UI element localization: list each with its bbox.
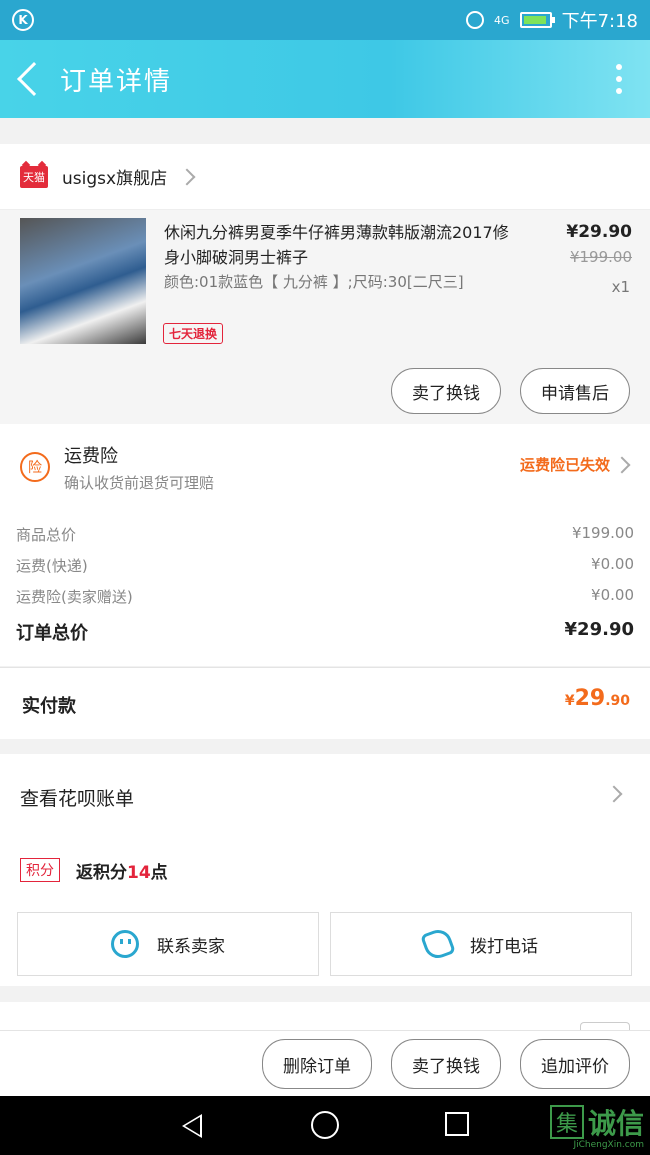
product-title: 休闲九分裤男夏季牛仔裤男薄款韩版潮流2017修身小脚破洞男士裤子: [164, 223, 509, 267]
summary-value: ¥0.00: [591, 555, 634, 573]
summary-row: 运费(快递) ¥0.00: [16, 555, 634, 576]
contact-seller-label: 联系卖家: [157, 936, 225, 957]
chat-icon: [111, 930, 139, 958]
watermark-logo: 集 诚信 JiChengXin.com: [549, 1102, 644, 1150]
bottom-action-bar: 删除订单 卖了换钱 追加评价: [0, 1030, 650, 1096]
payment-label: 实付款: [22, 696, 76, 717]
status-icons: 4G 下午7:18: [466, 7, 638, 33]
sell-button-bottom[interactable]: 卖了换钱: [391, 1039, 501, 1089]
order-total-value: ¥29.90: [564, 619, 634, 640]
insurance-status: 运费险已失效: [519, 456, 610, 474]
points-badge: 积分: [20, 858, 60, 882]
nav-recent-icon[interactable]: [445, 1112, 469, 1136]
product-quantity: x1: [611, 278, 630, 296]
summary-label: 商品总价: [16, 526, 77, 544]
huabei-bill-link[interactable]: 查看花呗账单: [20, 784, 134, 811]
chevron-right-icon: [178, 168, 196, 185]
summary-row: 运费险(卖家赠送) ¥0.00: [16, 586, 634, 607]
after-sales-button[interactable]: 申请售后: [520, 368, 630, 414]
payment-row: 实付款 ¥29.90: [0, 667, 650, 739]
status-bar: K 4G 下午7:18: [0, 0, 650, 40]
summary-value: ¥0.00: [591, 586, 634, 604]
order-total-row: 订单总价 ¥29.90: [16, 619, 634, 645]
insurance-title: 运费险: [64, 446, 118, 467]
price-summary: 商品总价 ¥199.00 运费(快递) ¥0.00 运费险(卖家赠送) ¥0.0…: [0, 506, 650, 666]
phone-icon: [420, 926, 456, 962]
call-button[interactable]: 拨打电话: [330, 912, 632, 976]
battery-icon: [519, 12, 555, 28]
huabei-section: 查看花呗账单 积分 返积分14点 联系卖家 拨打电话: [0, 754, 650, 986]
payment-amount: ¥29.90: [564, 686, 630, 711]
status-time: 下午7:18: [561, 11, 638, 32]
add-review-button[interactable]: 追加评价: [520, 1039, 630, 1089]
insurance-icon: 险: [20, 452, 50, 482]
product-attributes: 颜色:01款蓝色【 九分裤 】;尺码:30[二尺三]: [164, 273, 464, 291]
partial-element: [580, 1022, 630, 1030]
system-nav-bar: 集 诚信 JiChengXin.com: [0, 1096, 650, 1155]
points-text: 返积分14点: [76, 863, 168, 883]
shop-name: usigsx旗舰店: [62, 169, 168, 189]
chevron-right-icon: [613, 456, 631, 474]
product-thumbnail[interactable]: [20, 218, 146, 344]
product-price: ¥29.90: [566, 222, 632, 242]
product-card[interactable]: 休闲九分裤男夏季牛仔裤男薄款韩版潮流2017修身小脚破洞男士裤子 颜色:01款蓝…: [0, 210, 650, 424]
app-header: 订单详情: [0, 40, 650, 118]
network-label: 4G: [494, 13, 510, 27]
shipping-insurance-row[interactable]: 险 运费险 确认收货前退货可理赔 运费险已失效: [0, 424, 650, 506]
more-options-icon[interactable]: [616, 64, 622, 94]
summary-value: ¥199.00: [571, 524, 634, 542]
summary-label: 运费险(卖家赠送): [16, 588, 133, 606]
delete-order-button[interactable]: 删除订单: [262, 1039, 372, 1089]
app-notification-icon: K: [12, 9, 34, 31]
summary-label: 运费(快递): [16, 557, 88, 575]
call-label: 拨打电话: [470, 936, 538, 957]
shop-row[interactable]: 天猫 usigsx旗舰店: [0, 144, 650, 210]
order-total-label: 订单总价: [16, 623, 88, 644]
summary-row: 商品总价 ¥199.00: [16, 524, 634, 545]
insurance-subtitle: 确认收货前退货可理赔: [64, 474, 215, 492]
nav-home-icon[interactable]: [311, 1111, 339, 1139]
partial-section: [0, 1002, 650, 1030]
contact-seller-button[interactable]: 联系卖家: [17, 912, 319, 976]
page-title: 订单详情: [60, 66, 173, 97]
return-policy-badge: 七天退换: [163, 323, 224, 344]
tmall-logo-icon: 天猫: [20, 165, 48, 188]
nav-back-icon[interactable]: [182, 1114, 202, 1138]
back-arrow-icon[interactable]: [17, 62, 51, 96]
sell-button[interactable]: 卖了换钱: [391, 368, 501, 414]
product-original-price: ¥199.00: [569, 248, 632, 266]
chevron-right-icon: [605, 785, 623, 803]
alarm-icon: [466, 11, 485, 29]
